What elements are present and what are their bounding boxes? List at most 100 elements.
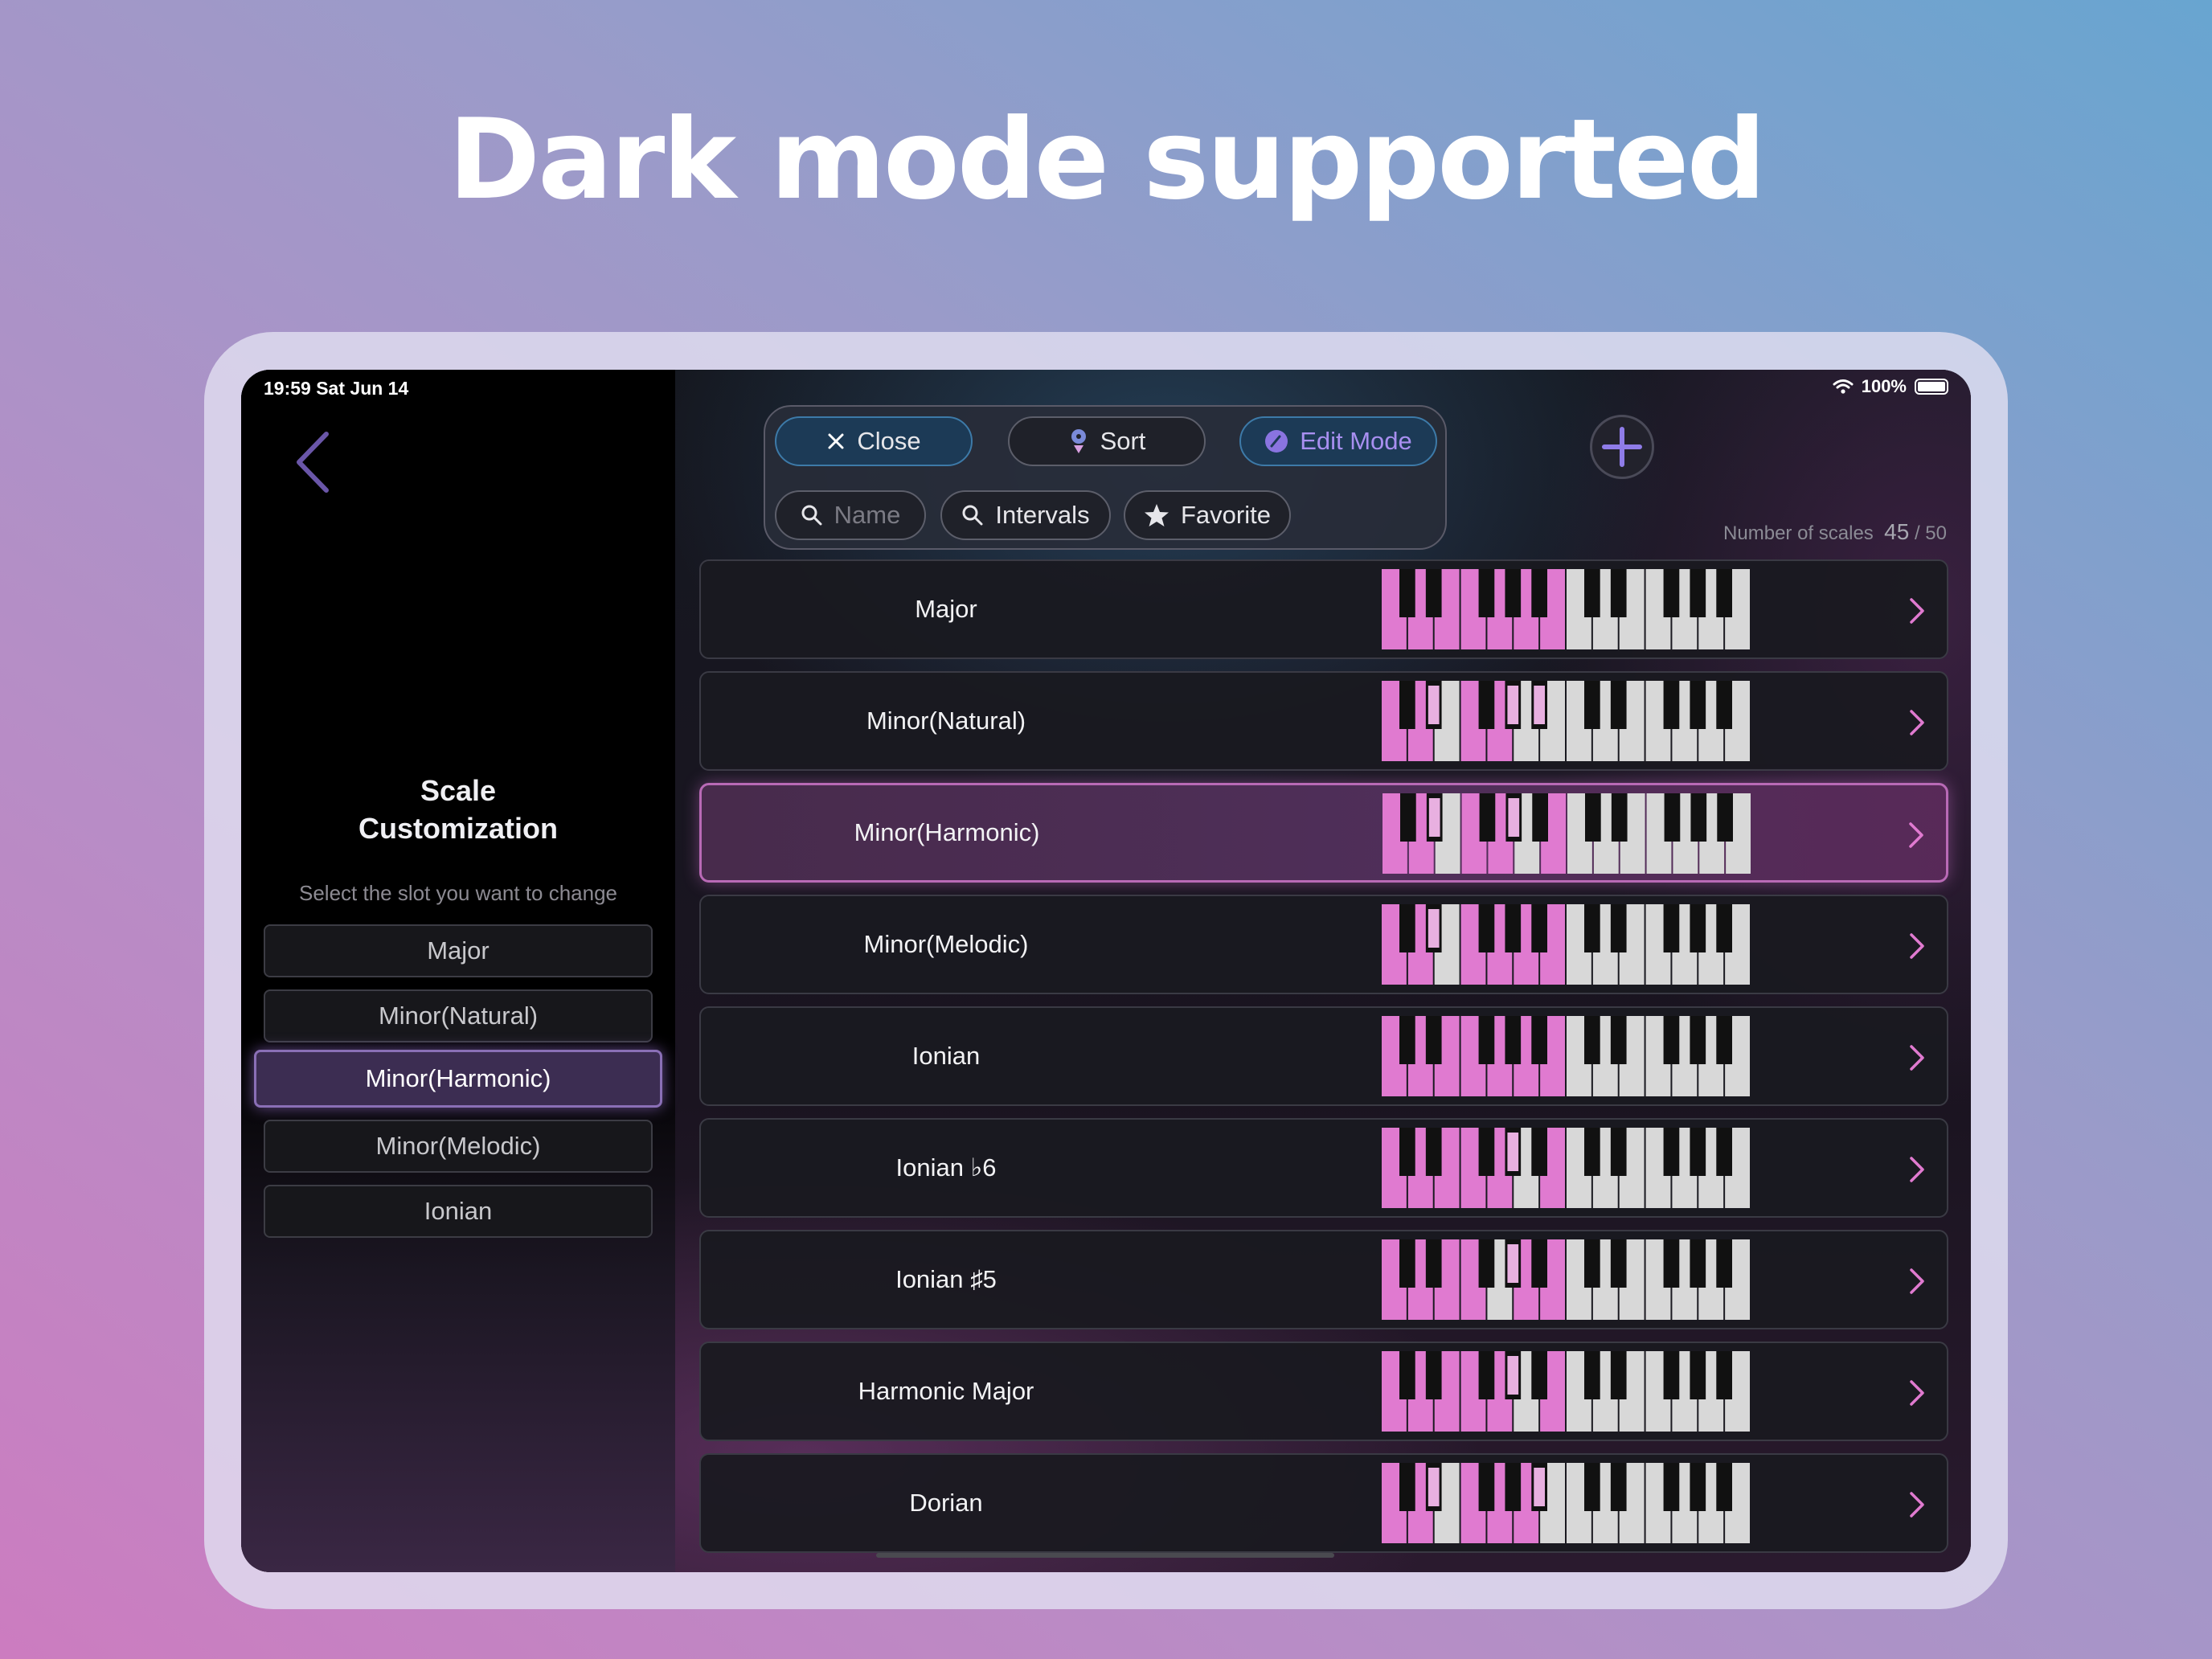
sort-button[interactable]: Sort [1008,416,1206,466]
scale-name: Ionian [911,1042,981,1070]
scale-row[interactable]: Harmonic Major [699,1342,1948,1441]
black-key-highlight [1428,798,1440,837]
black-key-highlight [1507,1133,1519,1171]
slot-button[interactable]: Major [264,924,653,977]
edit-mode-button[interactable]: Edit Mode [1239,416,1437,466]
black-key [1610,1239,1627,1288]
scale-keyboard [1382,1463,1750,1543]
panel-title-line2: Customization [358,812,558,845]
name-search-field[interactable]: Name [775,490,926,540]
black-key [1584,904,1600,952]
black-key [1399,681,1415,729]
scale-row[interactable]: Ionian [699,1006,1948,1106]
name-placeholder: Name [834,501,901,529]
scale-keyboard [1382,793,1751,874]
black-key [1478,1351,1495,1399]
add-scale-button[interactable] [1590,415,1654,479]
search-icon [962,505,983,526]
scale-count-label: Number of scales [1723,522,1874,544]
chevron-right-icon [1910,1492,1924,1518]
black-key [1610,1463,1627,1511]
black-key [1425,1351,1442,1399]
back-chevron-icon[interactable] [289,426,338,498]
scale-row[interactable]: Dorian [699,1453,1948,1553]
intervals-label: Intervals [995,501,1090,529]
status-right: 100% [1833,376,1948,397]
scale-keyboard [1382,904,1750,985]
black-key [1425,1016,1442,1064]
black-key [1690,681,1706,729]
black-key [1399,1239,1415,1288]
scale-row[interactable]: Major [699,559,1948,659]
black-key [1584,1463,1600,1511]
black-key [1664,793,1681,842]
scale-row[interactable]: Minor(Natural) [699,671,1948,771]
scale-row[interactable]: Minor(Melodic) [699,895,1948,994]
slot-button[interactable]: Minor(Melodic) [264,1120,653,1173]
chevron-right-icon [1909,822,1923,848]
panel-title-line1: Scale [420,774,497,807]
chevron-right-icon [1910,1045,1924,1071]
slot-button[interactable]: Minor(Harmonic) [254,1050,662,1108]
scale-name: Minor(Harmonic) [854,818,1040,846]
black-key [1531,1351,1547,1399]
black-key [1663,1463,1680,1511]
black-key [1716,1351,1732,1399]
scale-name: Harmonic Major [858,1377,1034,1405]
black-key [1478,681,1495,729]
slot-label: Minor(Harmonic) [365,1064,551,1092]
black-key [1584,1239,1600,1288]
black-key [1610,681,1627,729]
black-key [1716,1016,1732,1064]
slot-label: Minor(Melodic) [375,1132,541,1160]
headline: Dark mode supported [448,95,1767,224]
battery-percent: 100% [1861,376,1907,396]
chevron-right-icon [1910,598,1924,624]
black-key [1663,1239,1680,1288]
black-key [1425,1239,1442,1288]
slot-label: Major [427,936,490,965]
black-key [1584,1128,1600,1176]
black-key [1611,793,1628,842]
plus-icon [1602,427,1642,467]
slot-button[interactable]: Ionian [264,1185,653,1238]
black-key [1717,793,1733,842]
black-key [1690,1463,1706,1511]
scale-row[interactable]: Ionian ♭6 [699,1118,1948,1218]
scale-row[interactable]: Minor(Harmonic) [699,783,1948,883]
black-key [1399,1128,1415,1176]
black-key-highlight [1428,909,1440,948]
black-key-highlight [1507,686,1519,724]
close-button[interactable]: Close [775,416,973,466]
sort-label: Sort [1100,427,1146,455]
toolbar: Close Sort Edit Mode Name Intervals Favo… [764,405,1447,550]
scale-row[interactable]: Ionian ♯5 [699,1230,1948,1329]
chevron-right-icon [1910,710,1924,735]
favorite-filter-button[interactable]: Favorite [1124,490,1291,540]
black-key [1610,569,1627,617]
scale-name: Dorian [909,1489,983,1517]
close-label: Close [857,427,921,455]
scroll-indicator[interactable] [876,1553,1334,1558]
black-key [1425,1128,1442,1176]
slot-button[interactable]: Minor(Natural) [264,989,653,1043]
black-key [1478,1016,1495,1064]
black-key [1716,1128,1732,1176]
device-screen: Scale Customization Select the slot you … [241,370,1971,1572]
scale-name: Ionian ♭6 [895,1153,997,1182]
scale-keyboard [1382,1239,1750,1320]
black-key [1399,904,1415,952]
black-key [1505,569,1522,617]
intervals-search-button[interactable]: Intervals [940,490,1111,540]
wifi-icon [1833,379,1854,394]
edit-mode-label: Edit Mode [1300,427,1412,455]
black-key [1610,1016,1627,1064]
black-key [1663,1351,1680,1399]
pencil-circle-icon [1265,430,1288,453]
black-key [1478,1128,1495,1176]
black-key [1690,904,1706,952]
black-key-highlight [1508,798,1520,837]
black-key [1479,793,1496,842]
black-key [1716,1463,1732,1511]
black-key [1584,1016,1600,1064]
